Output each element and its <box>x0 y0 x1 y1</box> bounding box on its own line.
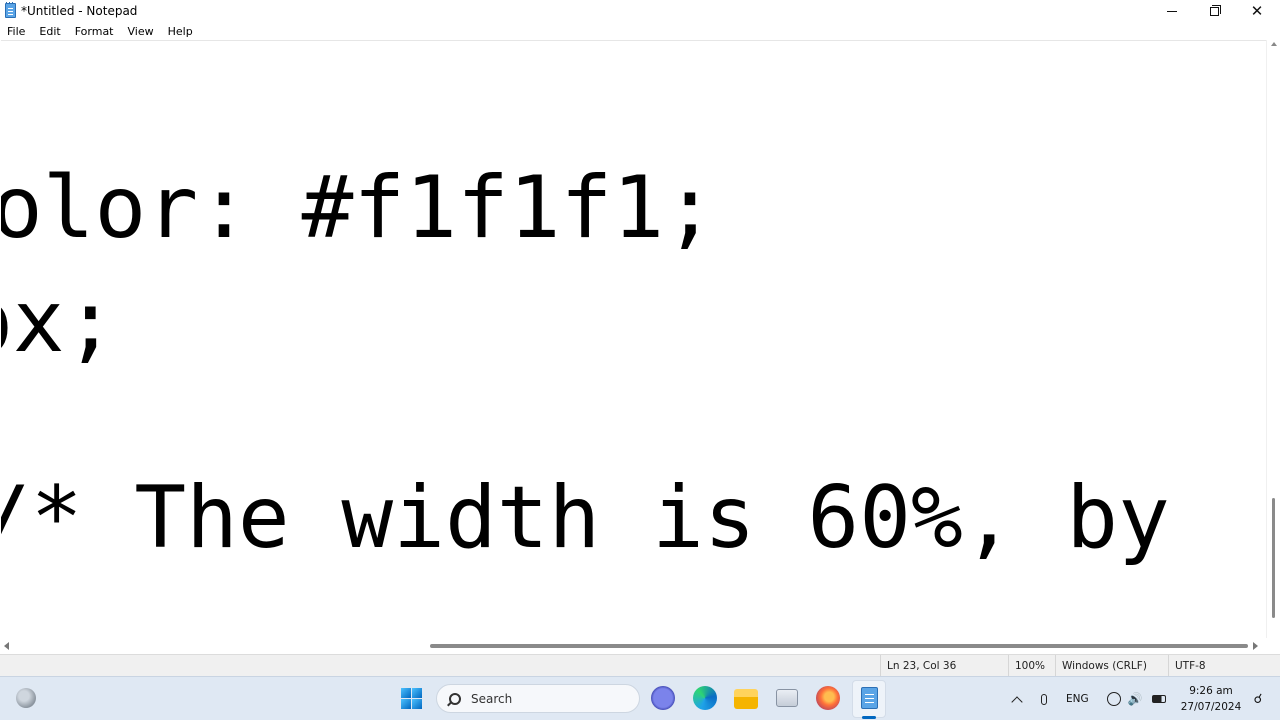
restore-icon <box>1209 4 1221 16</box>
horizontal-scroll-thumb[interactable] <box>430 644 1248 648</box>
text-editor[interactable]: olor: #f1f1f1; px; /* The width is 60%, … <box>1 40 1266 638</box>
scroll-left-arrow-icon[interactable] <box>4 642 9 650</box>
minimize-icon <box>1167 10 1177 12</box>
notepad-icon <box>861 687 878 709</box>
show-hidden-icons-button[interactable] <box>1010 677 1024 720</box>
status-bar: Ln 23, Col 36 100% Windows (CRLF) UTF-8 <box>0 654 1280 677</box>
clock-time: 9:26 am <box>1189 685 1233 697</box>
menu-edit[interactable]: Edit <box>39 25 60 38</box>
minimize-button[interactable] <box>1150 0 1194 22</box>
scroll-right-arrow-icon[interactable] <box>1253 642 1258 650</box>
network-icon[interactable] <box>1106 677 1122 720</box>
editor-line: /* The width is 60%, by <box>1 468 1170 568</box>
scroll-up-arrow-icon[interactable] <box>1271 42 1277 46</box>
menu-bar: File Edit Format View Help <box>0 22 1280 40</box>
maximize-button[interactable] <box>1192 0 1236 22</box>
chevron-up-icon <box>1011 695 1023 708</box>
taskbar: Search ENG 🔊 9:26 am 27/07/2024 ☌ <box>0 676 1280 720</box>
cursor-position: Ln 23, Col 36 <box>880 655 1008 677</box>
vertical-scroll-thumb[interactable] <box>1272 498 1275 618</box>
window-title: *Untitled - Notepad <box>21 4 138 18</box>
snipping-tool-icon[interactable] <box>776 689 798 707</box>
editor-line: px; <box>1 272 117 372</box>
active-indicator <box>862 716 876 719</box>
notepad-app-icon <box>5 2 16 18</box>
notification-bell-icon[interactable]: ☌ <box>1250 677 1266 720</box>
title-bar: *Untitled - Notepad ✕ <box>0 0 1280 22</box>
battery-icon[interactable] <box>1151 677 1167 720</box>
firefox-icon[interactable] <box>816 686 840 710</box>
language-indicator[interactable]: ENG <box>1066 677 1089 720</box>
notepad-taskbar-button[interactable] <box>852 680 886 718</box>
edge-icon[interactable] <box>693 686 717 710</box>
search-label: Search <box>471 691 513 706</box>
volume-icon[interactable]: 🔊 <box>1128 677 1143 720</box>
line-ending: Windows (CRLF) <box>1055 655 1168 677</box>
menu-view[interactable]: View <box>128 25 154 38</box>
taskbar-search[interactable]: Search <box>436 684 640 713</box>
microphone-icon[interactable] <box>1037 677 1051 720</box>
menu-help[interactable]: Help <box>168 25 193 38</box>
encoding: UTF-8 <box>1168 655 1280 677</box>
close-button[interactable]: ✕ <box>1235 0 1279 22</box>
vertical-scrollbar[interactable] <box>1266 40 1280 638</box>
clock[interactable]: 9:26 am 27/07/2024 <box>1176 683 1246 715</box>
clock-date: 27/07/2024 <box>1180 701 1242 713</box>
scrollbar-corner <box>1266 638 1280 654</box>
menu-format[interactable]: Format <box>75 25 114 38</box>
close-icon: ✕ <box>1250 1 1264 20</box>
search-icon <box>449 692 461 705</box>
meet-icon[interactable] <box>651 686 675 710</box>
start-icon[interactable] <box>401 688 422 709</box>
file-explorer-icon[interactable] <box>734 689 758 709</box>
widgets-icon[interactable] <box>16 688 36 708</box>
horizontal-scrollbar[interactable] <box>0 638 1266 654</box>
menu-file[interactable]: File <box>7 25 25 38</box>
editor-line: olor: #f1f1f1; <box>1 158 716 258</box>
zoom-level: 100% <box>1008 655 1055 677</box>
